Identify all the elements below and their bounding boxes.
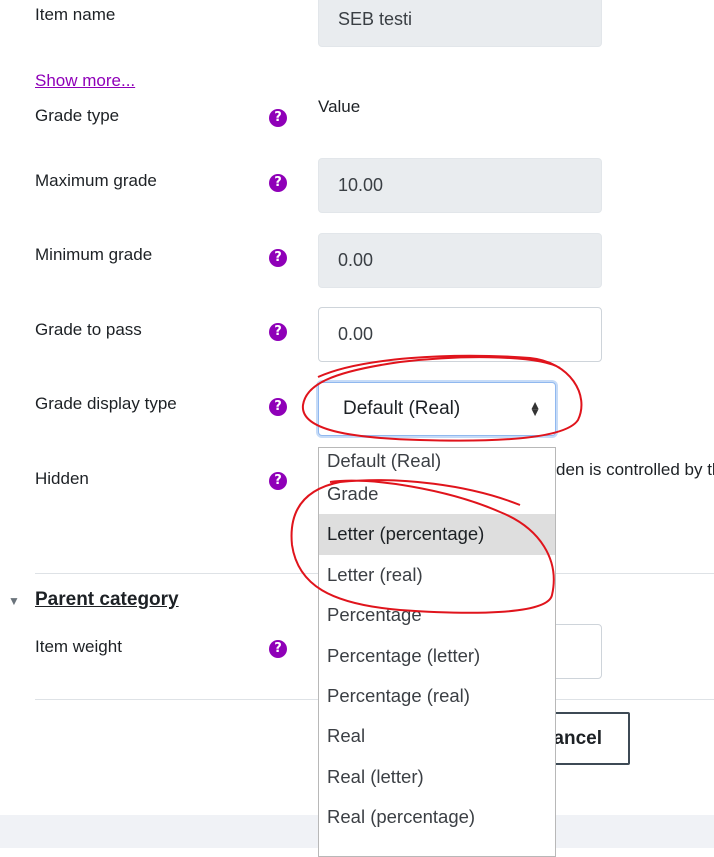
annotation-circle-select bbox=[301, 354, 583, 442]
annotation-overlay bbox=[290, 354, 583, 614]
annotation-circle-options bbox=[290, 479, 555, 614]
